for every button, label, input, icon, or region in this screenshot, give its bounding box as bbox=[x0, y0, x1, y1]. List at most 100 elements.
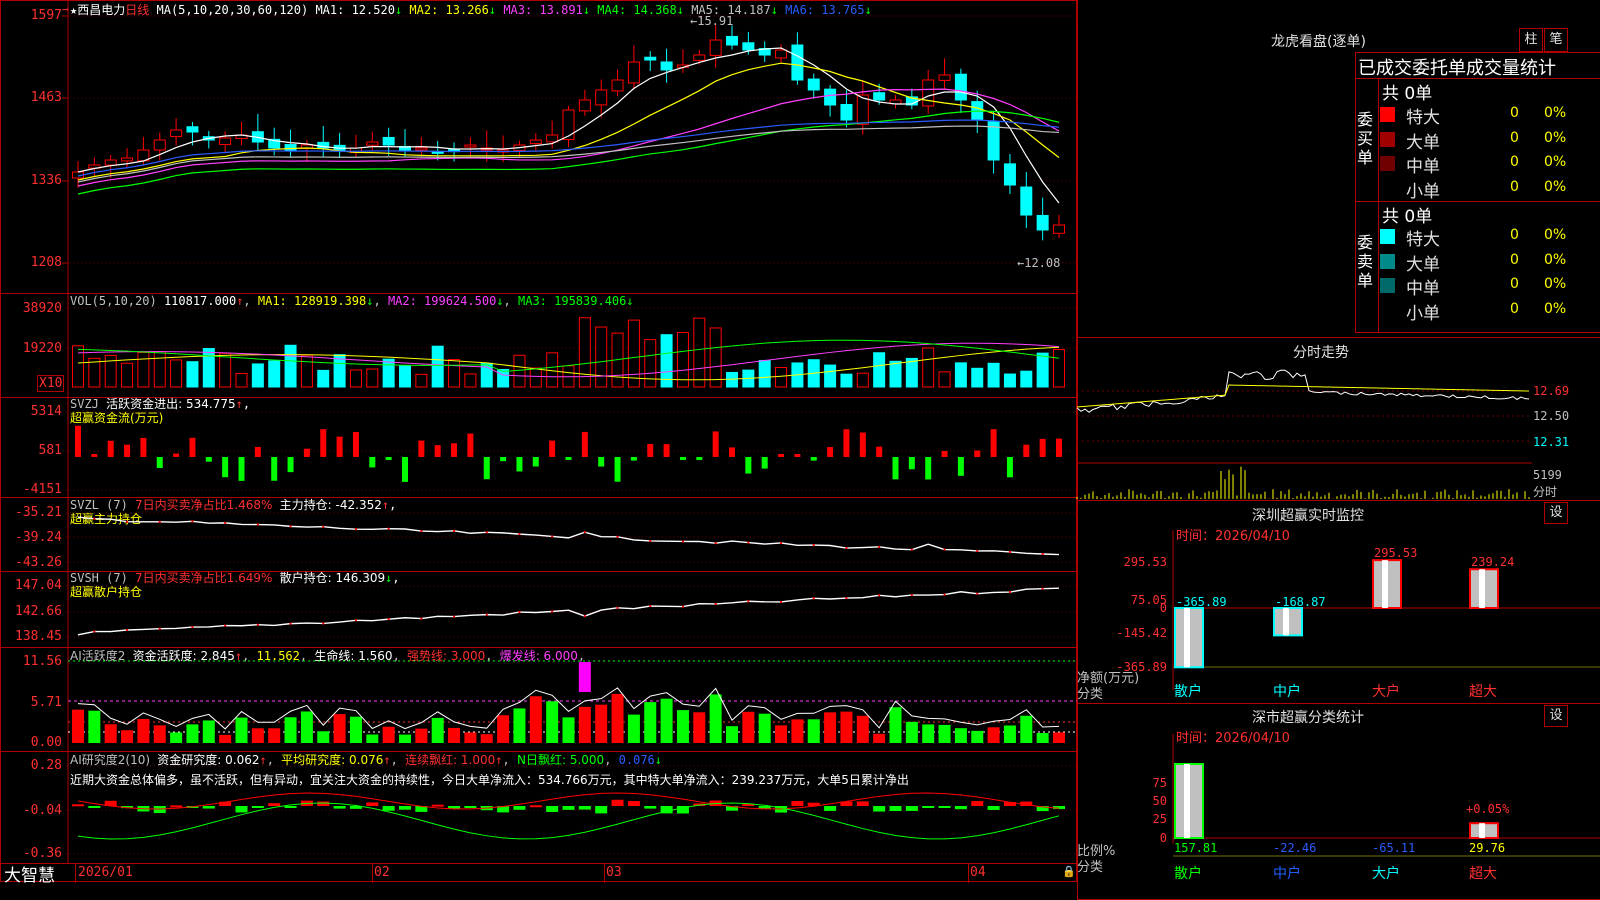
cls-tick: 25 bbox=[1153, 812, 1167, 826]
svzj-bar bbox=[156, 457, 163, 468]
svzj-bar bbox=[598, 457, 605, 467]
svzj-bar bbox=[647, 444, 654, 457]
svzj-bar bbox=[303, 448, 310, 457]
svzj-bar bbox=[418, 440, 425, 457]
svzl-line-dot bbox=[747, 541, 750, 544]
ai1-bar bbox=[709, 694, 722, 743]
vol-bar bbox=[137, 351, 150, 388]
ai1-bar bbox=[268, 728, 281, 743]
svzl-line-dot bbox=[878, 545, 881, 548]
cls-tick: 75 bbox=[1153, 776, 1167, 790]
svzj-bar bbox=[925, 457, 932, 480]
sz-bar-value: -168.87 bbox=[1275, 595, 1326, 609]
vol-bar bbox=[72, 345, 84, 388]
ai1-bar bbox=[366, 734, 379, 743]
cls-chart[interactable]: 75 50 25 0 157.81 散户 -22.46 中户 -65.11 大户 29.76 超大 +0… bbox=[1077, 704, 1600, 900]
sz-bar-highlight bbox=[1382, 560, 1388, 608]
candle-body bbox=[742, 42, 755, 51]
svzl-line-dot bbox=[845, 547, 848, 550]
sz-tick: 0 bbox=[1160, 601, 1167, 615]
svsh-line-dot bbox=[812, 597, 815, 600]
svsh-line-dot bbox=[845, 597, 848, 600]
ai1-bar bbox=[971, 730, 984, 743]
intraday-chart[interactable] bbox=[1076, 363, 1532, 499]
low-price-value: 12.08 bbox=[1024, 256, 1061, 270]
svzj-bar bbox=[614, 457, 621, 482]
ai1-bar bbox=[497, 715, 510, 743]
svzj-bar bbox=[663, 444, 670, 457]
ai2-chart[interactable] bbox=[0, 751, 1077, 863]
ai1-bar bbox=[611, 693, 624, 743]
lock-icon[interactable]: 🔒 bbox=[1062, 865, 1076, 878]
candle-body bbox=[922, 79, 935, 107]
svzj-bar bbox=[173, 453, 180, 457]
order-color-swatch bbox=[1380, 156, 1395, 171]
order-count: 0 bbox=[1510, 129, 1519, 146]
vol-bar bbox=[1036, 352, 1049, 388]
order-color-swatch bbox=[1380, 253, 1395, 269]
svsh-line-dot bbox=[878, 594, 881, 597]
sz-tick: -145.42 bbox=[1116, 626, 1167, 640]
ai2-bar bbox=[235, 806, 248, 813]
vol-bar bbox=[202, 348, 215, 388]
bar-mode-button[interactable]: 柱 bbox=[1519, 28, 1543, 52]
ai1-bar bbox=[742, 711, 755, 743]
candle-body bbox=[611, 79, 624, 92]
ai2-bar bbox=[824, 806, 837, 811]
svzj-bar bbox=[1039, 438, 1046, 457]
svzj-chart[interactable] bbox=[0, 397, 1077, 497]
svzl-line-dot bbox=[191, 520, 194, 523]
vol-bar bbox=[497, 368, 510, 388]
sz-category-label: 超大 bbox=[1469, 684, 1497, 700]
candle-body bbox=[464, 144, 477, 148]
ai1-bar bbox=[1020, 715, 1033, 743]
ai2-bar bbox=[938, 806, 951, 808]
svsh-chart[interactable] bbox=[0, 571, 1077, 647]
ai1-bar bbox=[284, 717, 297, 743]
ai2-bar bbox=[251, 806, 264, 808]
ai2-bar bbox=[72, 804, 84, 807]
candle-body bbox=[873, 92, 886, 101]
lhb-title: 龙虎看盘(逐单) bbox=[1271, 34, 1366, 50]
ai1-bar bbox=[431, 717, 444, 743]
svzl-chart[interactable] bbox=[0, 497, 1077, 571]
ai2-bar bbox=[546, 806, 559, 812]
ai1-bar bbox=[104, 724, 117, 743]
ai2-bar bbox=[399, 806, 411, 810]
ai1-bar bbox=[529, 696, 542, 743]
ai1-bar bbox=[644, 702, 657, 743]
cls-tick: 0 bbox=[1160, 831, 1167, 845]
svsh-line-dot bbox=[681, 605, 684, 608]
svzj-bar bbox=[696, 457, 703, 460]
vol-bar bbox=[1003, 373, 1016, 388]
sell-orders-label: 委卖单 bbox=[1357, 233, 1374, 290]
price-chart[interactable] bbox=[0, 0, 1077, 293]
vol-bar bbox=[644, 339, 657, 388]
svzj-bar bbox=[205, 457, 212, 462]
order-row: 中单 0 0% bbox=[1380, 152, 1600, 177]
svzj-bar bbox=[630, 457, 637, 461]
vol-bar bbox=[1020, 370, 1033, 388]
ai2-bar bbox=[317, 801, 330, 806]
ai2-bar bbox=[873, 806, 886, 812]
order-color-swatch bbox=[1380, 131, 1395, 147]
date-label: 03 bbox=[606, 865, 622, 880]
tick-mode-button[interactable]: 笔 bbox=[1544, 28, 1568, 52]
ai2-bar bbox=[856, 801, 869, 806]
svzj-bar bbox=[581, 431, 588, 457]
ai2-bar bbox=[88, 806, 101, 808]
ai1-bar bbox=[840, 711, 853, 743]
vol-bar bbox=[954, 362, 967, 388]
svzl-line-dot bbox=[649, 539, 652, 542]
vol-chart[interactable] bbox=[0, 293, 1077, 397]
order-type-label: 特大 bbox=[1406, 230, 1440, 250]
svsh-line-dot bbox=[420, 617, 423, 620]
svzj-bar bbox=[859, 432, 866, 457]
sz-monitor-chart[interactable]: 295.5375.050-145.42-365.89-365.89散户-168.… bbox=[1077, 500, 1600, 700]
ai2-bar bbox=[513, 806, 526, 810]
svzl-line-dot bbox=[256, 523, 259, 526]
svzj-bar bbox=[254, 446, 261, 457]
buy-orders-label: 委买单 bbox=[1357, 110, 1374, 167]
svsh-line-dot bbox=[126, 628, 129, 631]
ai1-chart[interactable] bbox=[0, 647, 1077, 751]
